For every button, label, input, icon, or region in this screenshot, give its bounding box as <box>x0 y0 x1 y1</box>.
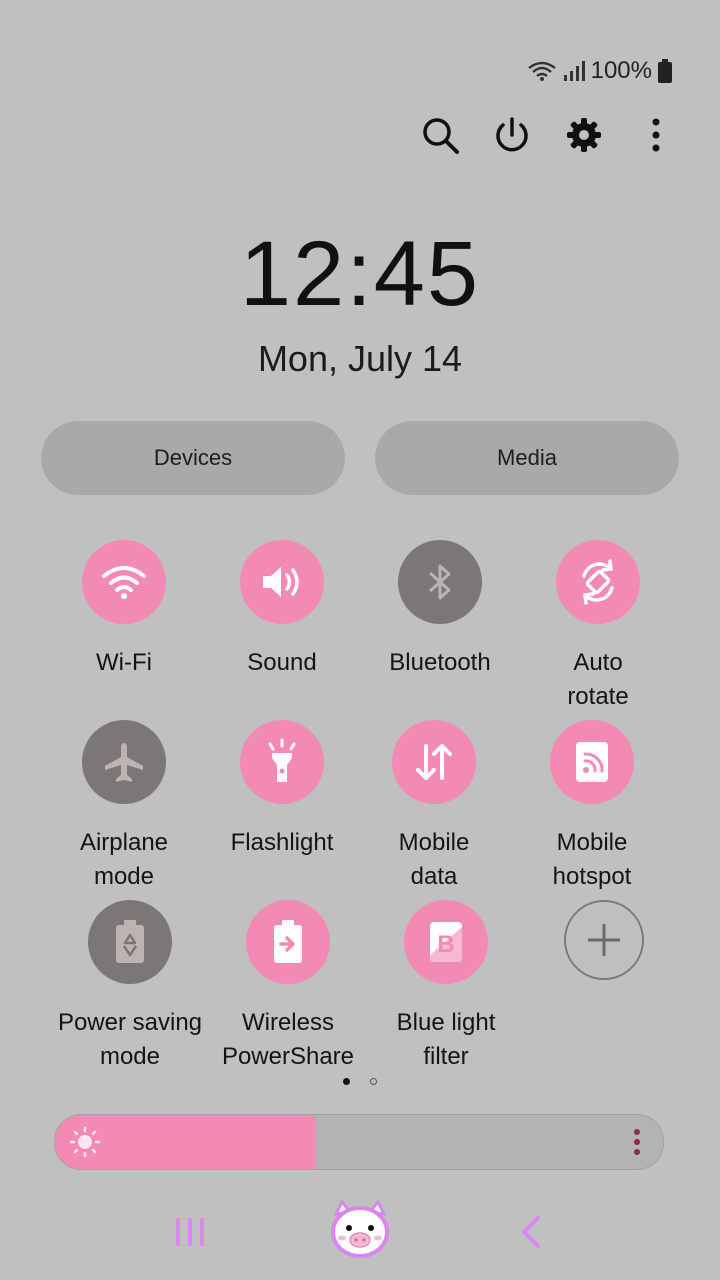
home-pig-icon[interactable] <box>328 1200 392 1260</box>
settings-icon <box>567 118 601 152</box>
tile-label: Wi-Fi <box>96 649 152 676</box>
more-options-button[interactable] <box>634 113 678 157</box>
wireless-powershare-icon <box>274 920 302 963</box>
tile-mobile-data[interactable]: Mobile data <box>349 720 519 894</box>
battery-icon <box>658 59 672 83</box>
tile-airplane-mode[interactable]: Airplane mode <box>39 720 209 894</box>
flashlight-icon <box>268 738 296 782</box>
tile-mobile-hotspot[interactable]: Mobile hotspot <box>507 720 677 894</box>
search-icon <box>423 118 459 154</box>
tile-add[interactable] <box>519 900 689 980</box>
more-options-icon <box>652 118 660 152</box>
tile-wireless-powershare[interactable]: Wireless PowerShare <box>203 900 373 1074</box>
tile-label: Airplane mode <box>79 829 169 890</box>
power-button[interactable] <box>490 113 534 157</box>
tile-label: Wireless PowerShare <box>221 1009 355 1070</box>
tile-sound[interactable]: Sound <box>197 540 367 680</box>
auto-rotate-icon <box>582 559 614 605</box>
tile-blue-light-filter[interactable]: B Blue light filter <box>361 900 531 1074</box>
tile-auto-rotate[interactable]: Auto rotate <box>513 540 683 714</box>
add-tile-icon <box>588 924 620 956</box>
tile-label: Mobile hotspot <box>552 829 632 890</box>
devices-button[interactable]: Devices <box>41 421 345 495</box>
page-indicator <box>0 1078 720 1085</box>
power-icon <box>496 117 528 152</box>
hotspot-icon <box>576 742 608 782</box>
tile-bluetooth-toggle[interactable] <box>398 540 482 624</box>
tile-wireless-powershare-toggle[interactable] <box>246 900 330 984</box>
tile-wifi[interactable]: Wi-Fi <box>39 540 209 680</box>
recent-apps-icon[interactable] <box>172 1216 208 1248</box>
svg-text:B: B <box>437 931 454 958</box>
tile-label: Blue light filter <box>396 1009 496 1070</box>
tile-label: Flashlight <box>230 829 334 856</box>
blue-light-filter-icon: B <box>430 922 462 962</box>
media-button[interactable]: Media <box>375 421 679 495</box>
status-bar: 100% <box>527 54 672 88</box>
clock-date: Mon, July 14 <box>257 338 463 379</box>
back-icon[interactable] <box>516 1214 544 1250</box>
tile-wifi-toggle[interactable] <box>82 540 166 624</box>
brightness-icon <box>69 1126 101 1158</box>
page-dot[interactable] <box>370 1078 377 1085</box>
tile-power-saving-toggle[interactable] <box>88 900 172 984</box>
tile-label: Power saving mode <box>57 1009 203 1070</box>
more-vertical-icon[interactable] <box>632 1128 642 1156</box>
tile-mobile-hotspot-toggle[interactable] <box>550 720 634 804</box>
tile-power-saving[interactable]: Power saving mode <box>45 900 215 1074</box>
sound-icon <box>263 567 299 597</box>
brightness-slider[interactable] <box>54 1114 664 1170</box>
tile-label: Sound <box>247 649 317 676</box>
tile-airplane-mode-toggle[interactable] <box>82 720 166 804</box>
signal-icon <box>563 61 585 81</box>
add-tile-button[interactable] <box>564 900 644 980</box>
bluetooth-icon <box>428 564 451 600</box>
tile-label: Mobile data <box>398 829 470 890</box>
mobile-data-icon <box>416 744 452 780</box>
battery-percent: 100% <box>590 57 652 84</box>
tile-label: Auto rotate <box>567 649 629 710</box>
search-button[interactable] <box>418 113 462 157</box>
settings-button[interactable] <box>562 113 606 157</box>
airplane-icon <box>105 743 143 782</box>
navigation-bar <box>0 1196 720 1268</box>
tile-bluetooth[interactable]: Bluetooth <box>355 540 525 680</box>
tile-flashlight-toggle[interactable] <box>240 720 324 804</box>
page-dot-active[interactable] <box>343 1078 350 1085</box>
tile-sound-toggle[interactable] <box>240 540 324 624</box>
tile-label: Bluetooth <box>389 649 491 676</box>
tile-mobile-data-toggle[interactable] <box>392 720 476 804</box>
tile-flashlight[interactable]: Flashlight <box>197 720 367 860</box>
wifi-icon <box>527 61 556 81</box>
tile-auto-rotate-toggle[interactable] <box>556 540 640 624</box>
tile-blue-light-filter-toggle[interactable]: B <box>404 900 488 984</box>
clock-time: 12:45 <box>239 223 481 325</box>
power-saving-icon <box>116 920 144 963</box>
wifi-icon <box>102 566 146 599</box>
